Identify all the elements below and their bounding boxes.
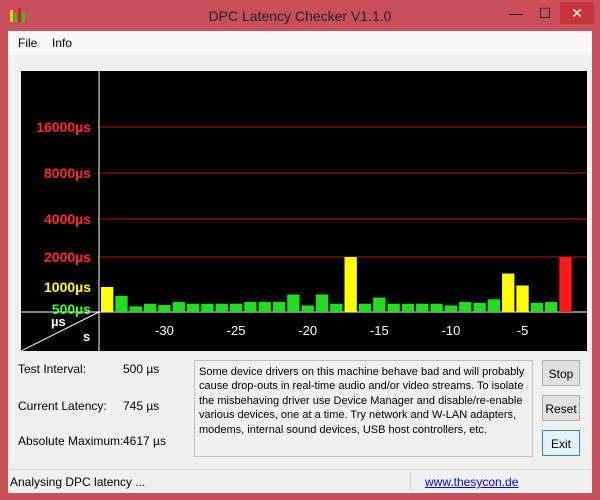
latency-chart-svg: 16000µs8000µs4000µs2000µs1000µs500µs-30-… — [21, 71, 587, 351]
latency-bar — [287, 294, 300, 312]
latency-bar — [244, 301, 257, 312]
y-tick-label: 8000µs — [44, 165, 91, 181]
latency-chart: 16000µs 8000µs 4000µs 2000µs 1000µs 500µs -30-… — [21, 71, 587, 351]
y-tick-label: 16000µs — [36, 119, 91, 135]
latency-bar — [530, 302, 544, 312]
latency-bar — [358, 303, 372, 312]
latency-bar — [101, 287, 114, 312]
status-text: Analysing DPC latency ... — [10, 475, 146, 489]
x-tick-label: -5 — [517, 323, 529, 338]
latency-bar — [401, 303, 415, 312]
latency-bar — [272, 301, 286, 312]
latency-bar — [459, 301, 472, 312]
latency-bar — [215, 303, 228, 312]
latency-bar — [201, 303, 214, 312]
latency-bar — [373, 297, 386, 312]
minimize-button[interactable]: — — [503, 2, 529, 24]
latency-bar — [344, 257, 357, 312]
latency-bar — [129, 306, 142, 312]
menu-info[interactable]: Info — [52, 36, 72, 50]
latency-bar — [473, 302, 486, 312]
absolute-maximum-value: 4617 µs — [123, 434, 166, 448]
latency-bar — [559, 257, 572, 312]
app-window: DPC Latency Checker V1.1.0 — ☐ ✕ File In… — [0, 0, 600, 500]
x-tick-label: -30 — [155, 323, 174, 338]
status-separator — [410, 472, 411, 491]
y-tick-label: 2000µs — [44, 249, 91, 265]
menu-file[interactable]: File — [18, 36, 37, 50]
stop-button[interactable]: Stop — [542, 360, 580, 386]
latency-bar — [186, 303, 200, 312]
x-tick-label: -20 — [298, 323, 317, 338]
latency-bar — [315, 294, 329, 312]
latency-bar — [516, 285, 529, 312]
latency-bar — [301, 305, 314, 312]
x-tick-label: -15 — [370, 323, 389, 338]
latency-bar — [444, 305, 458, 312]
latency-bar — [258, 301, 271, 312]
latency-bar — [143, 303, 157, 312]
website-link[interactable]: www.thesycon.de — [425, 475, 518, 489]
y-tick-label: 1000µs — [44, 279, 91, 295]
latency-bar — [545, 301, 558, 312]
current-latency-label: Current Latency: — [18, 399, 107, 413]
reset-button[interactable]: Reset — [542, 395, 580, 421]
absolute-maximum-label: Absolute Maximum: — [18, 434, 124, 448]
y-tick-label: 4000µs — [44, 211, 91, 227]
latency-bar — [158, 305, 171, 312]
title-bar[interactable]: DPC Latency Checker V1.1.0 — ☐ ✕ — [0, 0, 600, 32]
test-interval-value: 500 µs — [123, 362, 160, 376]
latency-bar — [172, 301, 185, 312]
latency-bar — [502, 273, 515, 312]
client-area: File Info 16000µs 8000µs 4000µs 2000µs 1000µ… — [8, 31, 592, 493]
latency-bar — [229, 303, 243, 312]
status-bar: Analysing DPC latency ... www.thesycon.d… — [8, 469, 592, 493]
latency-bar — [430, 303, 443, 312]
latency-bar — [487, 299, 501, 312]
y-unit-label: µs — [51, 314, 66, 329]
x-unit-label: s — [83, 329, 90, 344]
x-tick-label: -10 — [442, 323, 461, 338]
latency-bar — [115, 295, 128, 312]
x-tick-label: -25 — [227, 323, 246, 338]
latency-bar — [330, 303, 343, 312]
test-interval-label: Test Interval: — [18, 362, 87, 376]
menu-bar: File Info — [8, 31, 592, 55]
latency-bar — [387, 303, 400, 312]
current-latency-value: 745 µs — [123, 399, 160, 413]
exit-button[interactable]: Exit — [542, 430, 580, 456]
latency-bar — [416, 303, 429, 312]
close-button[interactable]: ✕ — [560, 2, 594, 24]
maximize-button[interactable]: ☐ — [532, 2, 558, 24]
info-message: Some device drivers on this machine beha… — [194, 360, 533, 457]
